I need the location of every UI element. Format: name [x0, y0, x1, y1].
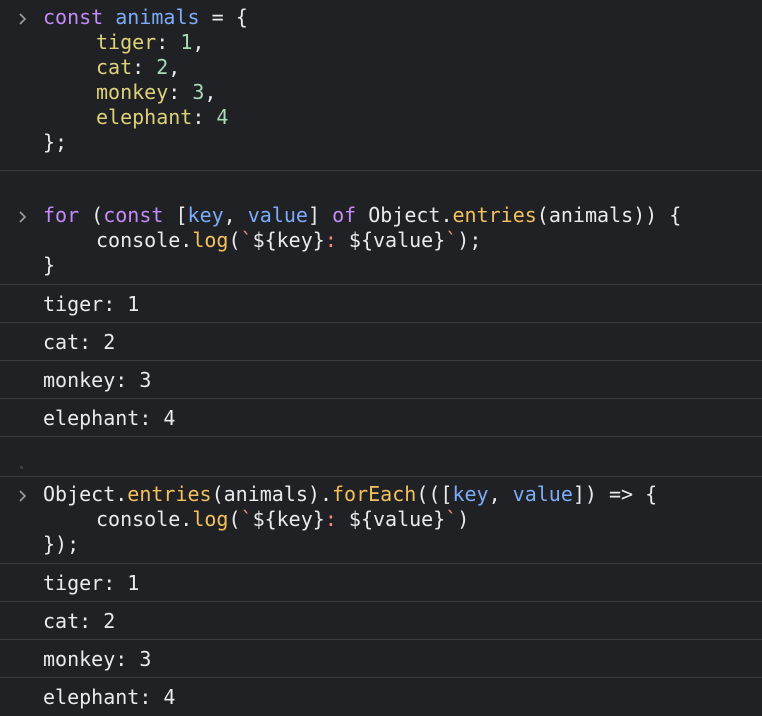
code-token: [ — [175, 203, 188, 227]
code-token: value — [247, 203, 308, 227]
code-token: , — [223, 203, 236, 227]
code-line: console.log(`${key}: ${value}`); — [43, 228, 762, 253]
code-token: Object — [368, 203, 441, 227]
code-line: elephant: 4 — [43, 105, 762, 130]
console-log-message: elephant: 4 — [0, 398, 762, 436]
code-token: , — [488, 482, 501, 506]
code-token: ); — [457, 228, 482, 252]
code-token: of — [332, 203, 357, 227]
chevron-right-icon — [15, 488, 31, 504]
code-token: : — [192, 105, 205, 129]
code-token: }); — [43, 532, 80, 556]
console-divider — [0, 170, 762, 171]
console-input-entry[interactable]: const animals = { tiger: 1, cat: 2, monk… — [0, 5, 762, 155]
code-line: console.log(`${key}: ${value}`) — [43, 507, 762, 532]
code-token: : — [168, 80, 181, 104]
code-token: Object — [43, 482, 116, 506]
code-token: : — [324, 507, 337, 531]
code-token: 2 — [156, 55, 169, 79]
code-token: }; — [43, 130, 68, 154]
chevron-right-icon — [15, 11, 31, 27]
code-token: . — [180, 228, 193, 252]
code-token: 1 — [180, 30, 193, 54]
code-token: (animals). — [211, 482, 333, 506]
code-token: , — [204, 80, 217, 104]
code-token: value — [512, 482, 573, 506]
code-token: , — [168, 55, 181, 79]
code-token: console — [96, 507, 181, 531]
code-token: , — [192, 30, 205, 54]
code-line: Object.entries(animals).forEach(([key, v… — [43, 482, 762, 507]
code-token: } — [43, 253, 56, 277]
code-token: : — [132, 55, 145, 79]
code-token: ] — [307, 203, 321, 227]
console-log-message: monkey: 3 — [0, 639, 762, 677]
code-token: (([ — [416, 482, 453, 506]
code-token: ]) => { — [572, 482, 658, 506]
code-token: 3 — [192, 80, 205, 104]
code-token: ( — [228, 507, 241, 531]
console-log-message: tiger: 1 — [0, 563, 762, 601]
code-token: ( — [91, 203, 104, 227]
code-token: for — [43, 203, 80, 227]
code-token: log — [192, 228, 229, 252]
code-token: ( — [228, 228, 241, 252]
code-line: }; — [43, 130, 762, 155]
code-token: : — [324, 228, 337, 252]
console-output-group: tiger: 1 cat: 2 monkey: 3 elephant: 4 — [0, 563, 762, 715]
code-token: (animals)) { — [536, 203, 682, 227]
code-token: = — [211, 5, 224, 29]
code-token: entries — [452, 203, 537, 227]
code-token: { — [235, 5, 248, 29]
console-divider-dot — [20, 466, 23, 469]
console-log-message: cat: 2 — [0, 322, 762, 360]
code-token: key — [452, 482, 489, 506]
code-token: key — [187, 203, 224, 227]
code-line: } — [43, 253, 762, 278]
code-token: 4 — [216, 105, 229, 129]
console-divider — [0, 476, 762, 477]
code-token: ` — [240, 507, 253, 531]
code-token: ${key} — [252, 507, 325, 531]
code-token: : — [156, 30, 169, 54]
code-token: monkey — [96, 80, 169, 104]
code-token: ${value} — [348, 507, 446, 531]
code-token: cat — [96, 55, 133, 79]
code-line: monkey: 3, — [43, 80, 762, 105]
code-token: ` — [445, 507, 458, 531]
console-log-message: monkey: 3 — [0, 360, 762, 398]
code-token: ${key} — [252, 228, 325, 252]
code-line: const animals = { — [43, 5, 762, 30]
code-token: . — [440, 203, 453, 227]
code-token: ` — [240, 228, 253, 252]
console-log-message: cat: 2 — [0, 601, 762, 639]
code-token: . — [180, 507, 193, 531]
code-token: const — [103, 203, 164, 227]
code-token: forEach — [332, 482, 417, 506]
code-line: tiger: 1, — [43, 30, 762, 55]
code-token: entries — [127, 482, 212, 506]
console-input-entry[interactable]: for (const [key, value] of Object.entrie… — [0, 203, 762, 278]
console-output-group: tiger: 1 cat: 2 monkey: 3 elephant: 4 — [0, 284, 762, 437]
code-token: elephant — [96, 105, 193, 129]
code-token: ` — [445, 228, 458, 252]
code-token: log — [192, 507, 229, 531]
code-token: const — [43, 5, 104, 29]
chevron-right-icon — [15, 209, 31, 225]
console-log-message: elephant: 4 — [0, 677, 762, 715]
devtools-console: const animals = { tiger: 1, cat: 2, monk… — [0, 0, 762, 716]
code-token: animals — [115, 5, 200, 29]
code-line: }); — [43, 532, 762, 557]
code-line: cat: 2, — [43, 55, 762, 80]
console-log-message: tiger: 1 — [0, 284, 762, 322]
console-input-entry[interactable]: Object.entries(animals).forEach(([key, v… — [0, 482, 762, 557]
code-token: ${value} — [348, 228, 446, 252]
code-token: console — [96, 228, 181, 252]
code-token: ) — [457, 507, 470, 531]
code-token: . — [115, 482, 128, 506]
code-line: for (const [key, value] of Object.entrie… — [43, 203, 762, 228]
code-token: tiger — [96, 30, 157, 54]
